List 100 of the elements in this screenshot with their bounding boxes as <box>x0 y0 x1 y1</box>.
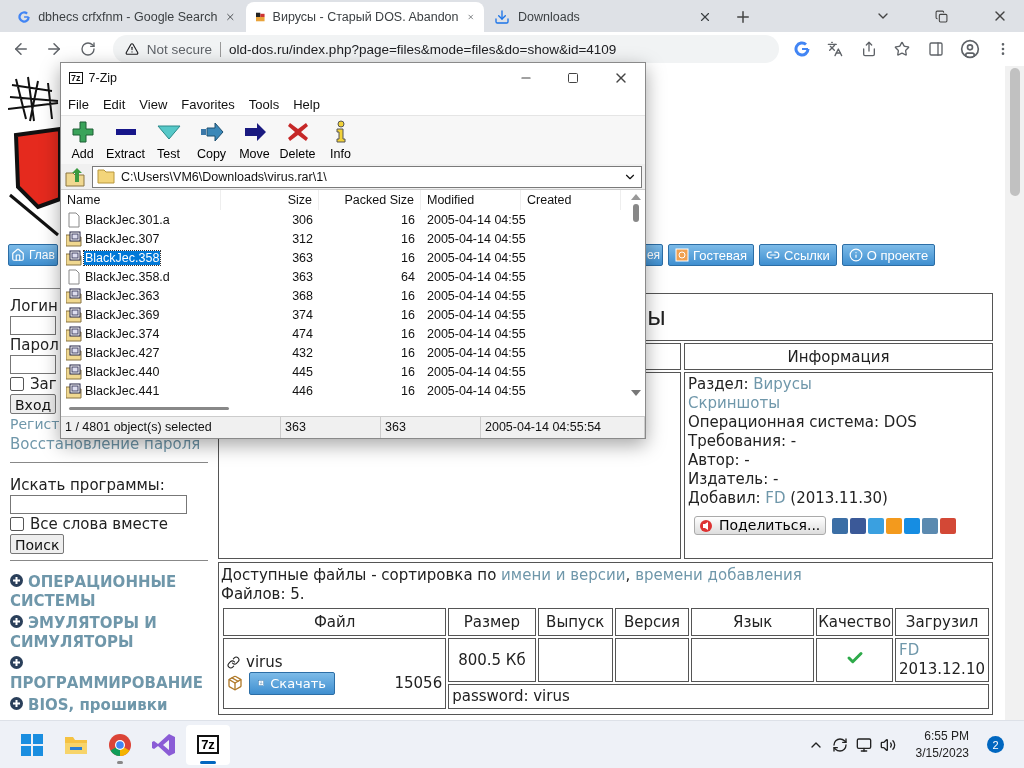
info-line: Автор: - <box>688 451 750 470</box>
browser-icon[interactable] <box>108 732 132 757</box>
plus-circle-icon <box>10 656 23 669</box>
page-heading: ы <box>647 303 666 331</box>
file-row[interactable]: BlackJec.358 363 16 2005-04-14 04:55 <box>61 248 627 267</box>
close-icon[interactable] <box>698 10 712 24</box>
upload-date: 2013.12.10 <box>899 660 985 679</box>
info-icon <box>848 248 863 262</box>
toolbar-button[interactable]: Add <box>61 116 104 164</box>
studio-icon[interactable] <box>152 732 176 757</box>
side-panel-icon[interactable] <box>928 41 945 57</box>
menu-item[interactable]: Favorites <box>181 96 235 112</box>
column-header: Язык <box>691 608 815 636</box>
translate-icon[interactable] <box>827 41 844 57</box>
toolbar-button[interactable]: Copy <box>190 116 233 164</box>
search-button[interactable]: Поиск <box>10 534 65 554</box>
login-field[interactable] <box>10 316 56 335</box>
plus-icon <box>69 119 96 144</box>
table-cell: password: virus <box>448 684 989 709</box>
toolbar-button[interactable]: Info <box>319 116 362 164</box>
info-line: Добавил: FD (2013.11.30) <box>688 489 888 508</box>
checkbox-label: Заг <box>30 374 57 394</box>
file-row[interactable]: BlackJec.440 445 16 2005-04-14 04:55 <box>61 362 627 381</box>
minus-icon <box>115 128 136 135</box>
search-field[interactable] <box>10 495 187 514</box>
address-bar[interactable]: Not secure old-dos.ru/index.php?page=files&mode=files&do=show&id=4109 <box>112 35 779 63</box>
file-row[interactable]: BlackJec.374 474 16 2005-04-14 04:55 <box>61 324 627 343</box>
password-field[interactable] <box>10 355 56 374</box>
menu-item[interactable]: Edit <box>102 96 126 112</box>
column-header[interactable]: Modified <box>421 190 521 210</box>
scrollbar-thumb[interactable] <box>633 204 639 222</box>
table-cell: 800.5 Кб <box>448 638 536 682</box>
page-scrollbar[interactable] <box>1005 66 1024 720</box>
column-header: Версия <box>614 608 690 636</box>
browser-tab[interactable]: Вирусы - Старый DOS. Abandon <box>246 2 484 32</box>
info-line: Требования: - <box>688 432 797 451</box>
toolbar-button[interactable]: Move <box>233 116 276 164</box>
menu-item[interactable]: View <box>139 96 168 112</box>
column-header[interactable]: Packed Size <box>319 190 421 210</box>
toolbar-button[interactable]: Extract <box>104 116 147 164</box>
info-line: Издатель: - <box>688 470 779 489</box>
plus-circle-icon <box>10 697 23 710</box>
clock[interactable]: 6:55 PM 3/15/2023 <box>915 727 969 762</box>
windows-start-icon[interactable] <box>21 733 43 756</box>
network-icon[interactable] <box>855 736 872 753</box>
column-header[interactable]: Created <box>521 190 621 210</box>
warning-icon <box>124 42 139 56</box>
folder-icon <box>97 169 115 184</box>
checkbox[interactable] <box>10 377 24 391</box>
window-title: 7-Zip <box>88 71 117 85</box>
file-row[interactable]: BlackJec.427 432 16 2005-04-14 04:55 <box>61 343 627 362</box>
column-header: Размер <box>448 608 536 636</box>
program-file-icon <box>66 306 82 323</box>
toolbar-button[interactable]: Delete <box>276 116 319 164</box>
browser-tab[interactable]: dbhecs crfxfnm - Google Search <box>8 2 246 32</box>
maximize-icon[interactable] <box>567 72 579 84</box>
share-icon[interactable] <box>860 41 877 57</box>
download-count: 15056 <box>394 673 443 693</box>
google-icon[interactable] <box>793 41 810 57</box>
toolbar-button[interactable]: Test <box>147 116 190 164</box>
scrollbar-thumb[interactable] <box>1009 68 1020 196</box>
status-text: 1 / 4801 object(s) selected <box>61 417 281 438</box>
folder-icon[interactable] <box>64 734 88 755</box>
column-header[interactable]: Name <box>61 190 221 210</box>
volume-icon[interactable] <box>879 736 896 753</box>
scrollbar-thumb[interactable] <box>69 406 229 410</box>
file-row[interactable]: BlackJec.307 312 16 2005-04-14 04:55 <box>61 229 627 248</box>
file-row[interactable]: BlackJec.363 368 16 2005-04-14 04:55 <box>61 286 627 305</box>
bookmark-star-icon[interactable] <box>894 41 911 57</box>
login-button[interactable]: Вход <box>10 394 57 414</box>
restore-icon[interactable] <box>935 9 948 23</box>
file-row[interactable]: BlackJec.369 374 16 2005-04-14 04:55 <box>61 305 627 324</box>
menu-item[interactable]: File <box>68 96 89 112</box>
profile-icon[interactable] <box>959 39 980 59</box>
new-tab-icon[interactable] <box>734 8 752 26</box>
file-row[interactable]: BlackJec.441 446 16 2005-04-14 04:55 <box>61 381 627 400</box>
menu-item[interactable]: Help <box>293 96 320 112</box>
status-text: 363 <box>381 417 481 438</box>
info-line: Раздел: Вирусы <box>688 375 812 394</box>
path-field[interactable]: C:\Users\VM6\Downloads\virus.rar\1\ <box>92 165 642 188</box>
plus-circle-icon <box>10 574 23 587</box>
sync-icon[interactable] <box>831 736 848 753</box>
file-row[interactable]: BlackJec.301.a 306 16 2005-04-14 04:55 <box>61 210 627 229</box>
scroll-down-icon[interactable] <box>631 390 641 396</box>
scroll-up-icon[interactable] <box>631 194 641 200</box>
column-header[interactable]: Size <box>221 190 319 210</box>
field-label: Парол <box>10 335 59 355</box>
reload-icon[interactable] <box>80 41 96 57</box>
browser-tab[interactable]: Downloads <box>484 2 722 32</box>
file-row[interactable]: BlackJec.358.d 363 64 2005-04-14 04:55 <box>61 267 627 286</box>
notification-badge[interactable]: 2 <box>987 736 1004 753</box>
archiver-app-icon[interactable]: 7z <box>197 735 219 754</box>
checkbox[interactable] <box>10 517 24 531</box>
up-folder-icon[interactable] <box>64 166 86 187</box>
menu-item[interactable]: Tools <box>248 96 280 112</box>
share-button[interactable]: Поделиться... <box>694 516 827 535</box>
link-icon <box>227 655 240 669</box>
google-icon <box>18 9 31 25</box>
file-icon <box>66 211 82 228</box>
files-count: Файлов: 5. <box>221 585 306 604</box>
